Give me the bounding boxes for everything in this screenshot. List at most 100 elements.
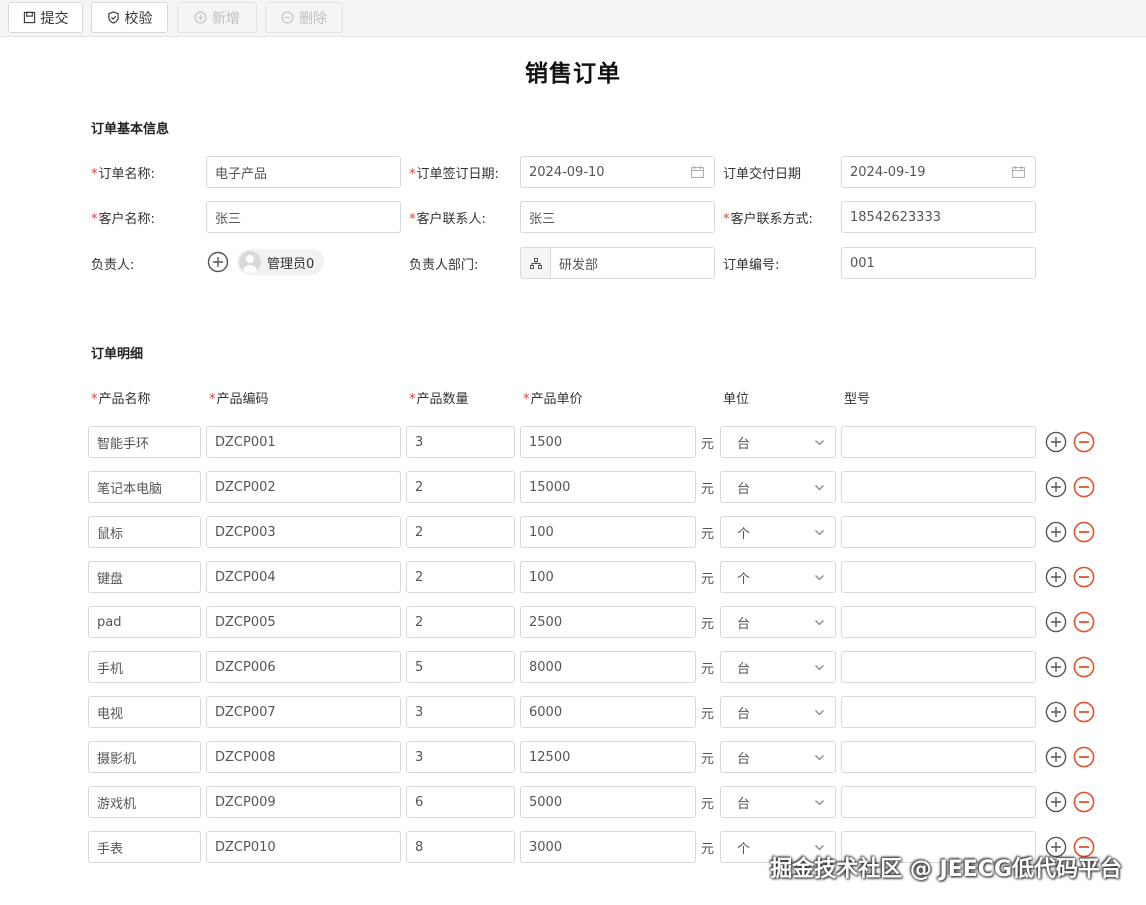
unit-select[interactable]: 台: [720, 741, 836, 773]
unit-select-value: 台: [737, 706, 751, 722]
currency-suffix: 元: [701, 797, 715, 812]
product-price-input[interactable]: 6000: [520, 696, 696, 728]
product-name-input[interactable]: 智能手环: [88, 426, 201, 458]
unit-select[interactable]: 个: [720, 561, 836, 593]
order-name-input[interactable]: 电子产品: [206, 156, 401, 188]
product-qty-input[interactable]: 2: [406, 516, 515, 548]
unit-select[interactable]: 台: [720, 426, 836, 458]
page-title: 销售订单: [525, 61, 621, 87]
unit-select[interactable]: 台: [720, 606, 836, 638]
customer-contact-input[interactable]: 张三: [520, 201, 715, 233]
unit-select[interactable]: 台: [720, 786, 836, 818]
unit-select[interactable]: 个: [720, 516, 836, 548]
product-price-input[interactable]: 5000: [520, 786, 696, 818]
model-input[interactable]: [841, 606, 1036, 638]
order-no-label: 订单编号:: [723, 258, 780, 273]
model-input[interactable]: [841, 426, 1036, 458]
product-qty-input[interactable]: 2: [406, 471, 515, 503]
product-name-input[interactable]: 电视: [88, 696, 201, 728]
product-code-input[interactable]: DZCP010: [206, 831, 401, 863]
add-row-icon[interactable]: [1045, 431, 1067, 453]
product-code-input[interactable]: DZCP002: [206, 471, 401, 503]
chevron-down-icon: [815, 530, 824, 536]
add-row-icon[interactable]: [1045, 746, 1067, 768]
product-name-input[interactable]: 手机: [88, 651, 201, 683]
delivery-date-input[interactable]: 2024-09-19: [841, 156, 1036, 188]
model-input[interactable]: [841, 561, 1036, 593]
remove-row-icon[interactable]: [1073, 791, 1095, 813]
unit-select-value: 台: [737, 616, 751, 632]
unit-select[interactable]: 台: [720, 696, 836, 728]
add-row-icon[interactable]: [1045, 701, 1067, 723]
remove-row-icon[interactable]: [1073, 656, 1095, 678]
remove-row-icon[interactable]: [1073, 521, 1095, 543]
add-row-icon[interactable]: [1045, 476, 1067, 498]
product-qty-input[interactable]: 3: [406, 696, 515, 728]
product-price-input[interactable]: 15000: [520, 471, 696, 503]
sign-date-input[interactable]: 2024-09-10: [520, 156, 715, 188]
order-no-input[interactable]: 001: [841, 247, 1036, 279]
remove-row-icon[interactable]: [1073, 431, 1095, 453]
owner-dept-input[interactable]: 研发部: [520, 247, 715, 279]
product-name-input[interactable]: 摄影机: [88, 741, 201, 773]
product-name-input[interactable]: 笔记本电脑: [88, 471, 201, 503]
product-name-input[interactable]: 鼠标: [88, 516, 201, 548]
model-input[interactable]: [841, 471, 1036, 503]
unit-select[interactable]: 台: [720, 471, 836, 503]
product-code-input[interactable]: DZCP007: [206, 696, 401, 728]
contact-method-input[interactable]: 18542623333: [841, 201, 1036, 233]
product-qty-input[interactable]: 2: [406, 606, 515, 638]
validate-button[interactable]: 校验: [91, 2, 168, 33]
customer-name-input[interactable]: 张三: [206, 201, 401, 233]
submit-button-label: 提交: [40, 10, 69, 27]
remove-row-icon[interactable]: [1073, 611, 1095, 633]
product-code-input[interactable]: DZCP001: [206, 426, 401, 458]
required-mark: *: [91, 212, 98, 227]
remove-row-icon[interactable]: [1073, 566, 1095, 588]
product-code-input[interactable]: DZCP004: [206, 561, 401, 593]
product-price-input[interactable]: 3000: [520, 831, 696, 863]
submit-button[interactable]: 提交: [8, 2, 83, 33]
product-price-input[interactable]: 1500: [520, 426, 696, 458]
product-qty-input[interactable]: 8: [406, 831, 515, 863]
remove-row-icon[interactable]: [1073, 746, 1095, 768]
owner-tag[interactable]: 管理员0: [237, 249, 325, 275]
model-input[interactable]: [841, 786, 1036, 818]
model-input[interactable]: [841, 651, 1036, 683]
product-price-input[interactable]: 100: [520, 561, 696, 593]
product-qty-input[interactable]: 2: [406, 561, 515, 593]
product-name-input[interactable]: pad: [88, 606, 201, 638]
remove-row-icon[interactable]: [1073, 701, 1095, 723]
add-row-icon[interactable]: [1045, 521, 1067, 543]
add-row-icon[interactable]: [1045, 611, 1067, 633]
product-name-input[interactable]: 游戏机: [88, 786, 201, 818]
add-row-icon[interactable]: [1045, 656, 1067, 678]
product-qty-input[interactable]: 6: [406, 786, 515, 818]
unit-select[interactable]: 台: [720, 651, 836, 683]
remove-row-icon[interactable]: [1073, 476, 1095, 498]
product-name-input[interactable]: 手表: [88, 831, 201, 863]
product-code-input[interactable]: DZCP009: [206, 786, 401, 818]
model-input[interactable]: [841, 741, 1036, 773]
product-price-input[interactable]: 100: [520, 516, 696, 548]
product-price-input[interactable]: 2500: [520, 606, 696, 638]
product-code-input[interactable]: DZCP003: [206, 516, 401, 548]
add-person-icon[interactable]: [207, 251, 229, 273]
product-qty-input[interactable]: 3: [406, 741, 515, 773]
product-code-input[interactable]: DZCP005: [206, 606, 401, 638]
currency-suffix: 元: [701, 662, 715, 677]
model-input[interactable]: [841, 696, 1036, 728]
required-mark: *: [523, 392, 530, 407]
product-qty-input[interactable]: 5: [406, 651, 515, 683]
product-code-input[interactable]: DZCP006: [206, 651, 401, 683]
product-name-input[interactable]: 键盘: [88, 561, 201, 593]
add-row-icon[interactable]: [1045, 566, 1067, 588]
add-button[interactable]: 新增: [177, 2, 257, 33]
product-code-input[interactable]: DZCP008: [206, 741, 401, 773]
model-input[interactable]: [841, 516, 1036, 548]
add-row-icon[interactable]: [1045, 791, 1067, 813]
delete-button[interactable]: 删除: [265, 2, 343, 33]
product-price-input[interactable]: 8000: [520, 651, 696, 683]
product-price-input[interactable]: 12500: [520, 741, 696, 773]
product-qty-input[interactable]: 3: [406, 426, 515, 458]
